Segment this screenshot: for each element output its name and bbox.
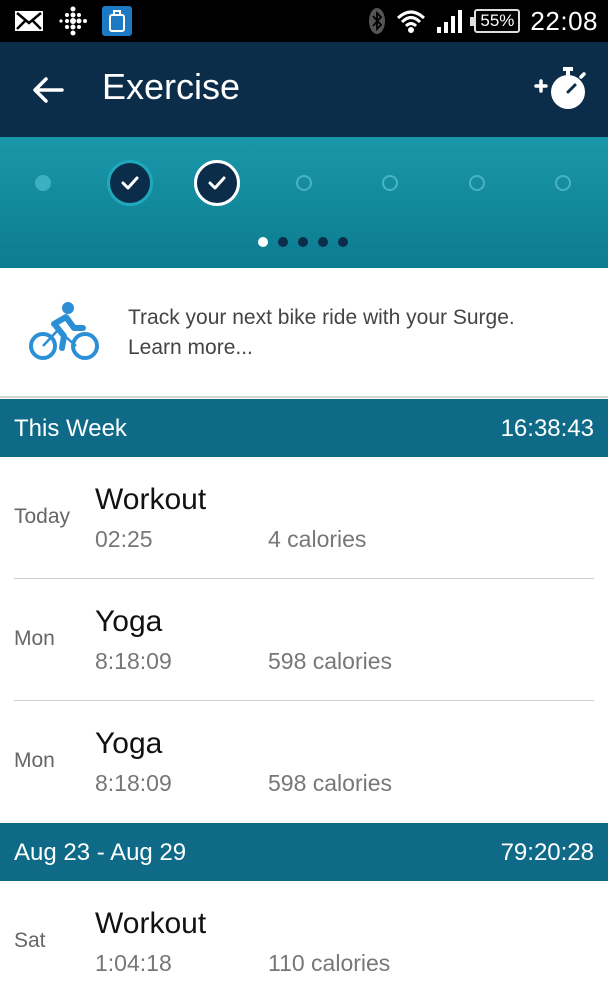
row-activity: Yoga	[95, 605, 163, 638]
battery-icon: 55%	[470, 9, 521, 33]
row-activity: Workout	[95, 907, 207, 940]
row-activity: Workout	[95, 483, 207, 516]
mail-icon	[15, 11, 43, 31]
bike-icon	[29, 302, 99, 360]
section-total: 16:38:43	[500, 415, 594, 442]
row-calories: 110 calories	[268, 950, 391, 976]
page-indicator	[258, 237, 348, 247]
add-stopwatch-icon[interactable]	[532, 64, 594, 114]
checkmark-icon	[208, 176, 226, 190]
learn-more-link[interactable]: Learn more...	[128, 333, 515, 363]
exercise-row[interactable]: Mon Yoga 8:18:09 598 calories	[0, 579, 608, 701]
status-bar: 55% 22:08	[0, 0, 608, 42]
exercise-row[interactable]: Today Workout 02:25 4 calories	[0, 457, 608, 579]
exercise-row[interactable]: Sat Workout 1:04:18 110 calories	[0, 881, 608, 999]
checkmark-icon	[121, 176, 139, 190]
exercise-row[interactable]: Mon Yoga 8:18:09 598 calories	[0, 701, 608, 823]
row-duration: 8:18:09	[95, 770, 172, 796]
status-time: 22:08	[530, 5, 598, 36]
page-dot[interactable]	[278, 237, 288, 247]
status-right: 55% 22:08	[368, 6, 598, 36]
page-dot[interactable]	[338, 237, 348, 247]
section-header: Aug 23 - Aug 29 79:20:28	[0, 823, 608, 881]
page-title: Exercise	[102, 66, 241, 107]
row-duration: 8:18:09	[95, 648, 172, 674]
row-calories: 598 calories	[268, 648, 393, 674]
row-day: Today	[14, 505, 71, 528]
page-dot[interactable]	[318, 237, 328, 247]
row-calories: 4 calories	[268, 526, 367, 552]
day-tracker	[0, 137, 608, 268]
row-duration: 1:04:18	[95, 950, 172, 976]
app-bar: Exercise	[0, 42, 608, 137]
bluetooth-icon	[369, 8, 386, 34]
section-label: This Week	[14, 415, 127, 442]
promo-card[interactable]: Track your next bike ride with your Surg…	[0, 268, 608, 398]
app-icon	[102, 6, 132, 36]
row-activity: Yoga	[95, 727, 163, 760]
section-header: This Week 16:38:43	[0, 399, 608, 457]
arrow-left-icon[interactable]	[28, 70, 68, 110]
fitbit-icon	[59, 6, 87, 36]
row-day: Sat	[14, 929, 46, 952]
row-day: Mon	[14, 749, 55, 772]
status-left	[14, 6, 132, 36]
row-duration: 02:25	[95, 526, 153, 552]
page-dot[interactable]	[298, 237, 308, 247]
section-total: 79:20:28	[500, 839, 594, 866]
promo-line: Track your next bike ride with your Surg…	[128, 306, 515, 329]
wifi-icon	[397, 10, 426, 33]
promo-text: Track your next bike ride with your Surg…	[128, 303, 515, 363]
page-dot-active[interactable]	[258, 237, 268, 247]
row-calories: 598 calories	[268, 770, 393, 796]
signal-icon	[437, 10, 463, 33]
section-label: Aug 23 - Aug 29	[14, 839, 187, 866]
row-day: Mon	[14, 627, 55, 650]
